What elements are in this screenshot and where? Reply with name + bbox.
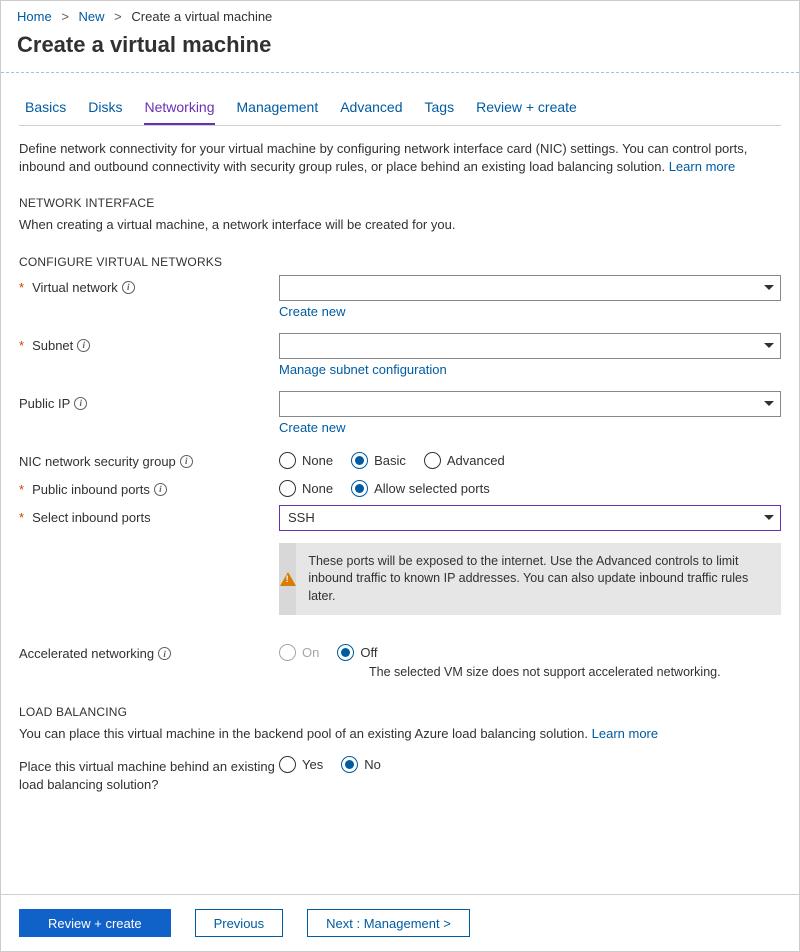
radio-accel-off[interactable]: Off bbox=[337, 644, 377, 661]
tab-management[interactable]: Management bbox=[237, 93, 319, 125]
select-inbound-ports[interactable]: SSH bbox=[279, 505, 781, 531]
info-icon[interactable]: i bbox=[154, 483, 167, 496]
network-interface-text: When creating a virtual machine, a netwo… bbox=[19, 216, 781, 234]
tab-basics[interactable]: Basics bbox=[25, 93, 66, 125]
section-network-interface: NETWORK INTERFACE bbox=[19, 196, 781, 210]
label-public-ip: Public IP bbox=[19, 396, 70, 411]
label-nic-nsg: NIC network security group bbox=[19, 454, 176, 469]
page-title: Create a virtual machine bbox=[1, 28, 799, 72]
info-icon[interactable]: i bbox=[158, 647, 171, 660]
tab-advanced[interactable]: Advanced bbox=[340, 93, 402, 125]
create-new-ip-link[interactable]: Create new bbox=[279, 420, 345, 435]
label-virtual-network: Virtual network bbox=[32, 280, 118, 295]
chevron-down-icon bbox=[764, 285, 774, 290]
label-select-ports: Select inbound ports bbox=[32, 510, 151, 525]
radio-nsg-basic[interactable]: Basic bbox=[351, 452, 406, 469]
tab-review[interactable]: Review + create bbox=[476, 93, 577, 125]
bottom-bar: Review + create Previous Next : Manageme… bbox=[1, 894, 799, 951]
radio-lb-no[interactable]: No bbox=[341, 756, 381, 773]
info-icon[interactable]: i bbox=[77, 339, 90, 352]
select-public-ip[interactable] bbox=[279, 391, 781, 417]
radio-group-lb: Yes No bbox=[279, 753, 781, 773]
chevron-down-icon bbox=[764, 343, 774, 348]
required-marker: * bbox=[19, 482, 24, 497]
radio-nsg-advanced[interactable]: Advanced bbox=[424, 452, 505, 469]
tab-networking[interactable]: Networking bbox=[144, 93, 214, 125]
load-balancing-text: You can place this virtual machine in th… bbox=[19, 725, 781, 743]
select-subnet[interactable] bbox=[279, 333, 781, 359]
accel-net-hint: The selected VM size does not support ac… bbox=[279, 661, 781, 679]
section-load-balancing: LOAD BALANCING bbox=[19, 705, 781, 719]
breadcrumb-home[interactable]: Home bbox=[17, 9, 52, 24]
label-inbound-ports: Public inbound ports bbox=[32, 482, 150, 497]
intro-text: Define network connectivity for your vir… bbox=[19, 140, 781, 176]
radio-group-accel-net: On Off bbox=[279, 641, 781, 661]
radio-group-nic-nsg: None Basic Advanced bbox=[279, 449, 781, 469]
tab-disks[interactable]: Disks bbox=[88, 93, 122, 125]
label-accel-net: Accelerated networking bbox=[19, 646, 154, 661]
warning-box: These ports will be exposed to the inter… bbox=[279, 543, 781, 616]
label-place-behind-lb: Place this virtual machine behind an exi… bbox=[19, 758, 279, 794]
chevron-down-icon bbox=[764, 515, 774, 520]
divider bbox=[1, 72, 799, 73]
warning-icon bbox=[280, 572, 296, 586]
info-icon[interactable]: i bbox=[74, 397, 87, 410]
breadcrumb-sep: > bbox=[114, 9, 122, 24]
required-marker: * bbox=[19, 280, 24, 295]
info-icon[interactable]: i bbox=[180, 455, 193, 468]
breadcrumb: Home > New > Create a virtual machine bbox=[1, 1, 799, 28]
radio-ports-none[interactable]: None bbox=[279, 480, 333, 497]
radio-accel-on: On bbox=[279, 644, 319, 661]
required-marker: * bbox=[19, 510, 24, 525]
previous-button[interactable]: Previous bbox=[195, 909, 284, 937]
info-icon[interactable]: i bbox=[122, 281, 135, 294]
tabs: Basics Disks Networking Management Advan… bbox=[19, 93, 781, 126]
breadcrumb-current: Create a virtual machine bbox=[131, 9, 272, 24]
breadcrumb-sep: > bbox=[61, 9, 69, 24]
chevron-down-icon bbox=[764, 401, 774, 406]
radio-ports-allow[interactable]: Allow selected ports bbox=[351, 480, 490, 497]
radio-group-inbound-ports: None Allow selected ports bbox=[279, 477, 781, 497]
required-marker: * bbox=[19, 338, 24, 353]
review-create-button[interactable]: Review + create bbox=[19, 909, 171, 937]
manage-subnet-link[interactable]: Manage subnet configuration bbox=[279, 362, 447, 377]
radio-lb-yes[interactable]: Yes bbox=[279, 756, 323, 773]
radio-nsg-none[interactable]: None bbox=[279, 452, 333, 469]
create-new-vnet-link[interactable]: Create new bbox=[279, 304, 345, 319]
section-configure-vnet: CONFIGURE VIRTUAL NETWORKS bbox=[19, 255, 781, 269]
learn-more-lb-link[interactable]: Learn more bbox=[592, 726, 658, 741]
warning-text: These ports will be exposed to the inter… bbox=[296, 543, 781, 616]
select-virtual-network[interactable] bbox=[279, 275, 781, 301]
tab-tags[interactable]: Tags bbox=[425, 93, 455, 125]
next-button[interactable]: Next : Management > bbox=[307, 909, 470, 937]
breadcrumb-new[interactable]: New bbox=[79, 9, 105, 24]
label-subnet: Subnet bbox=[32, 338, 73, 353]
learn-more-link[interactable]: Learn more bbox=[669, 159, 735, 174]
